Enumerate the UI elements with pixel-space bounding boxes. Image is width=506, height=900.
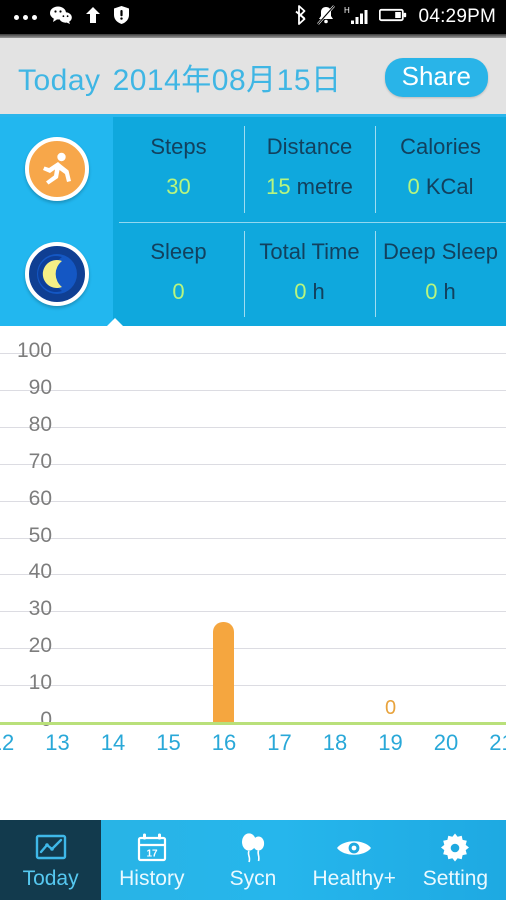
nav-item-today[interactable]: Today bbox=[0, 820, 102, 900]
chart-y-tick-label: 0 bbox=[40, 708, 52, 731]
summary-row-sleep: Sleep 0 Total Time 0 h Deep Sleep 0 h bbox=[113, 221, 506, 327]
chart-gridline bbox=[0, 353, 506, 354]
nav-label-setting: Setting bbox=[422, 866, 489, 890]
summary-cell-total-time[interactable]: Total Time 0 h bbox=[244, 222, 375, 327]
nav-item-history[interactable]: 17 History bbox=[101, 820, 202, 900]
chart-gridline bbox=[0, 426, 506, 428]
status-bar: H 04:29PM bbox=[0, 0, 506, 34]
summary-cell-deep-sleep[interactable]: Deep Sleep 0 h bbox=[375, 222, 506, 327]
chart-gridline bbox=[0, 389, 506, 391]
nav-item-setting[interactable]: Setting bbox=[405, 820, 506, 900]
summary-value-distance: 15 metre bbox=[266, 174, 353, 200]
nav-label-healthy-plus: Healthy+ bbox=[312, 866, 396, 890]
page-title: Today 2014年08月15日 bbox=[18, 55, 342, 99]
summary-icon-column bbox=[0, 117, 113, 326]
activity-chart[interactable]: 0 10 20 30 40 50 60 70 80 90 100 12 13 14 15 16 17 18 19 20… bbox=[0, 326, 506, 820]
status-bar-clock: 04:29PM bbox=[418, 6, 496, 27]
chart-y-tick-label: 10 bbox=[28, 671, 52, 695]
summary-label-calories: Calories bbox=[400, 134, 481, 160]
chart-point-label: 0 bbox=[384, 697, 397, 719]
svg-text:17: 17 bbox=[146, 848, 158, 859]
summary-label-distance: Distance bbox=[266, 134, 353, 160]
chart-x-tick-label: 18 bbox=[322, 730, 348, 755]
sleep-icon-cell[interactable] bbox=[0, 222, 113, 327]
chart-gridline bbox=[0, 574, 506, 576]
summary-label-sleep: Sleep bbox=[150, 238, 207, 264]
summary-label-steps: Steps bbox=[150, 134, 207, 160]
more-dots-icon bbox=[14, 14, 37, 20]
shield-alert-icon bbox=[114, 5, 129, 29]
chart-gridline bbox=[0, 500, 506, 502]
gear-icon bbox=[440, 832, 470, 864]
header-date: 2014年08月15日 bbox=[112, 64, 342, 97]
chart-x-tick-label: 12 bbox=[0, 730, 15, 755]
chart-gridline bbox=[0, 537, 506, 539]
chart-y-tick-label: 90 bbox=[28, 375, 52, 399]
chart-gridline bbox=[0, 685, 506, 687]
chart-y-tick-label: 70 bbox=[28, 449, 52, 473]
summary-grid: Steps 30 Distance 15 metre Calories 0 KC… bbox=[113, 117, 506, 326]
nav-label-sycn: Sycn bbox=[229, 866, 277, 890]
share-button[interactable]: Share bbox=[384, 57, 488, 97]
summary-cell-sleep[interactable]: Sleep 0 bbox=[113, 222, 244, 327]
wechat-icon bbox=[50, 6, 72, 29]
chart-y-tick-label: 80 bbox=[28, 412, 52, 436]
chart-gridline bbox=[0, 463, 506, 465]
chart-x-tick-label: 14 bbox=[100, 730, 126, 755]
chart-y-tick-label: 30 bbox=[28, 597, 52, 621]
app-header: Today 2014年08月15日 Share bbox=[0, 38, 506, 116]
battery-icon bbox=[378, 7, 407, 28]
svg-text:H: H bbox=[344, 6, 350, 15]
chart-y-tick-label: 60 bbox=[28, 486, 52, 510]
bottom-navigation: Today 17 History Sycn Healthy+ Setting bbox=[0, 820, 506, 900]
moon-icon bbox=[24, 241, 89, 306]
summary-value-sleep: 0 bbox=[172, 278, 185, 304]
summary-value-total-time: 0 h bbox=[294, 278, 325, 304]
summary-cell-distance[interactable]: Distance 15 metre bbox=[244, 117, 375, 222]
chart-y-tick-label: 40 bbox=[28, 560, 52, 584]
chart-x-tick-label: 17 bbox=[267, 730, 292, 755]
signal-h-icon: H bbox=[344, 5, 370, 30]
summary-value-deep-sleep: 0 h bbox=[425, 278, 456, 304]
chart-y-tick-label: 100 bbox=[16, 339, 52, 362]
summary-value-steps: 30 bbox=[166, 174, 191, 200]
calendar-icon: 17 bbox=[136, 832, 168, 864]
summary-cell-steps[interactable]: Steps 30 bbox=[113, 117, 244, 222]
summary-label-total-time: Total Time bbox=[259, 238, 360, 264]
nav-label-history: History bbox=[119, 866, 185, 890]
status-bar-right-icons: H 04:29PM bbox=[294, 4, 496, 30]
chart-y-tick-label: 20 bbox=[28, 634, 52, 658]
chart-gridline bbox=[0, 611, 506, 613]
chart-bar[interactable] bbox=[213, 622, 234, 722]
chart-x-tick-label: 15 bbox=[156, 730, 181, 755]
nav-item-sycn[interactable]: Sycn bbox=[202, 820, 303, 900]
summary-value-calories: 0 KCal bbox=[407, 174, 474, 200]
chart-gridline bbox=[0, 648, 506, 650]
summary-cell-calories[interactable]: Calories 0 KCal bbox=[375, 117, 506, 222]
steps-icon-cell[interactable] bbox=[0, 117, 113, 222]
chart-icon bbox=[35, 832, 67, 864]
chart-x-tick-label: 19 bbox=[378, 730, 403, 755]
upload-arrow-icon bbox=[85, 6, 101, 29]
header-today-label: Today bbox=[18, 64, 101, 97]
running-man-icon bbox=[24, 137, 89, 202]
nav-label-today: Today bbox=[22, 866, 79, 890]
summary-label-deep-sleep: Deep Sleep bbox=[383, 238, 498, 264]
chart-plot-area: 0 10 20 30 40 50 60 70 80 90 100 12 13 14 15 16 17 18 19 20… bbox=[0, 326, 506, 820]
eye-icon bbox=[336, 832, 372, 864]
summary-row-steps: Steps 30 Distance 15 metre Calories 0 KC… bbox=[113, 117, 506, 222]
chart-x-tick-label: 20 bbox=[433, 730, 459, 755]
chart-y-tick-label: 50 bbox=[28, 523, 52, 547]
summary-card: Steps 30 Distance 15 metre Calories 0 KC… bbox=[0, 117, 506, 326]
balloons-icon bbox=[237, 832, 269, 864]
chart-x-tick-label: 13 bbox=[45, 730, 70, 755]
status-bar-left-icons bbox=[14, 5, 129, 29]
chart-x-tick-label: 16 bbox=[211, 730, 237, 755]
mute-bell-icon bbox=[316, 4, 335, 30]
nav-item-healthy-plus[interactable]: Healthy+ bbox=[304, 820, 405, 900]
chart-x-tick-label: 21 bbox=[489, 730, 506, 755]
chart-x-axis bbox=[0, 722, 506, 725]
bluetooth-icon bbox=[294, 4, 308, 30]
